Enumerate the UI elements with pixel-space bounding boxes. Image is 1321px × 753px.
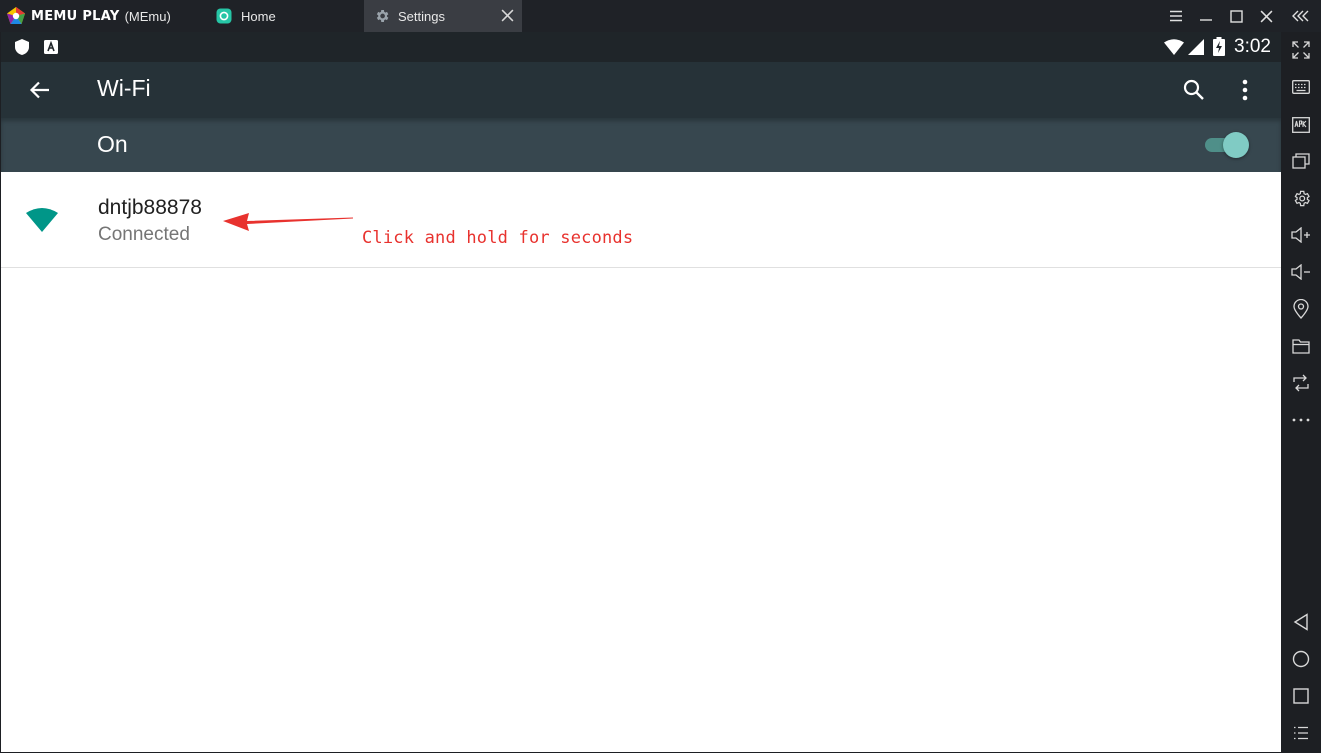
- home-app-icon: [216, 8, 232, 24]
- brand-name: MEMU PLAY: [31, 8, 120, 24]
- apk-install-icon[interactable]: [1281, 107, 1321, 141]
- android-screen: 3:02 Wi-Fi On dntjb88878 Connected Click…: [1, 32, 1281, 752]
- brand-subtitle: (MEmu): [124, 8, 171, 24]
- more-options-icon[interactable]: [1237, 78, 1253, 102]
- tab-home-label: Home: [241, 8, 276, 24]
- more-tools-icon[interactable]: [1281, 403, 1321, 437]
- emulator-title-bar: MEMU PLAY (MEmu) Home Settings: [0, 0, 1321, 32]
- annotation-arrow: [223, 210, 355, 234]
- annotation-text: Click and hold for seconds: [362, 228, 634, 248]
- shield-icon: [15, 39, 29, 55]
- close-tab-icon[interactable]: [501, 9, 514, 22]
- maximize-icon[interactable]: [1221, 0, 1251, 32]
- multi-window-icon[interactable]: [1281, 144, 1321, 178]
- app-bar: Wi-Fi: [1, 62, 1281, 118]
- volume-up-icon[interactable]: [1281, 218, 1321, 252]
- search-icon[interactable]: [1182, 78, 1206, 102]
- memu-logo-icon: [6, 6, 26, 26]
- location-pin-icon[interactable]: [1281, 292, 1321, 326]
- nav-recents-icon[interactable]: [1281, 679, 1321, 713]
- brand: MEMU PLAY (MEmu): [6, 0, 171, 32]
- gear-icon: [374, 8, 390, 24]
- keyboard-a-icon: [44, 40, 58, 54]
- wifi-toggle-bar: On: [1, 118, 1281, 172]
- cellular-signal-icon: [1188, 39, 1204, 55]
- network-list-item[interactable]: dntjb88878 Connected: [1, 172, 1281, 268]
- rotate-screen-icon[interactable]: [1281, 366, 1321, 400]
- keyboard-icon[interactable]: [1281, 70, 1321, 104]
- fullscreen-icon[interactable]: [1281, 33, 1321, 67]
- nav-back-icon[interactable]: [1281, 605, 1321, 639]
- page-title: Wi-Fi: [97, 75, 151, 101]
- menu-icon[interactable]: [1161, 0, 1191, 32]
- emulator-toolbar: [1281, 32, 1321, 753]
- network-status: Connected: [98, 224, 190, 245]
- window-controls: [1161, 0, 1321, 32]
- wifi-network-icon: [26, 208, 58, 232]
- folder-icon[interactable]: [1281, 329, 1321, 363]
- status-clock: 3:02: [1234, 36, 1271, 57]
- minimize-icon[interactable]: [1191, 0, 1221, 32]
- tab-home[interactable]: Home: [206, 0, 364, 32]
- close-window-icon[interactable]: [1251, 0, 1281, 32]
- wifi-signal-icon: [1164, 39, 1184, 55]
- back-arrow-icon[interactable]: [28, 78, 52, 102]
- tab-settings-label: Settings: [398, 8, 445, 24]
- status-bar: 3:02: [1, 32, 1281, 62]
- wifi-toggle-label: On: [97, 131, 128, 157]
- volume-down-icon[interactable]: [1281, 255, 1321, 289]
- battery-charging-icon: [1213, 37, 1225, 56]
- nav-home-icon[interactable]: [1281, 642, 1321, 676]
- tab-settings[interactable]: Settings: [364, 0, 522, 32]
- settings-gear-icon[interactable]: [1281, 181, 1321, 215]
- switch-thumb: [1223, 132, 1249, 158]
- collapse-sidebar-icon[interactable]: [1281, 0, 1321, 32]
- nav-list-icon[interactable]: [1281, 716, 1321, 750]
- network-name: dntjb88878: [98, 196, 202, 219]
